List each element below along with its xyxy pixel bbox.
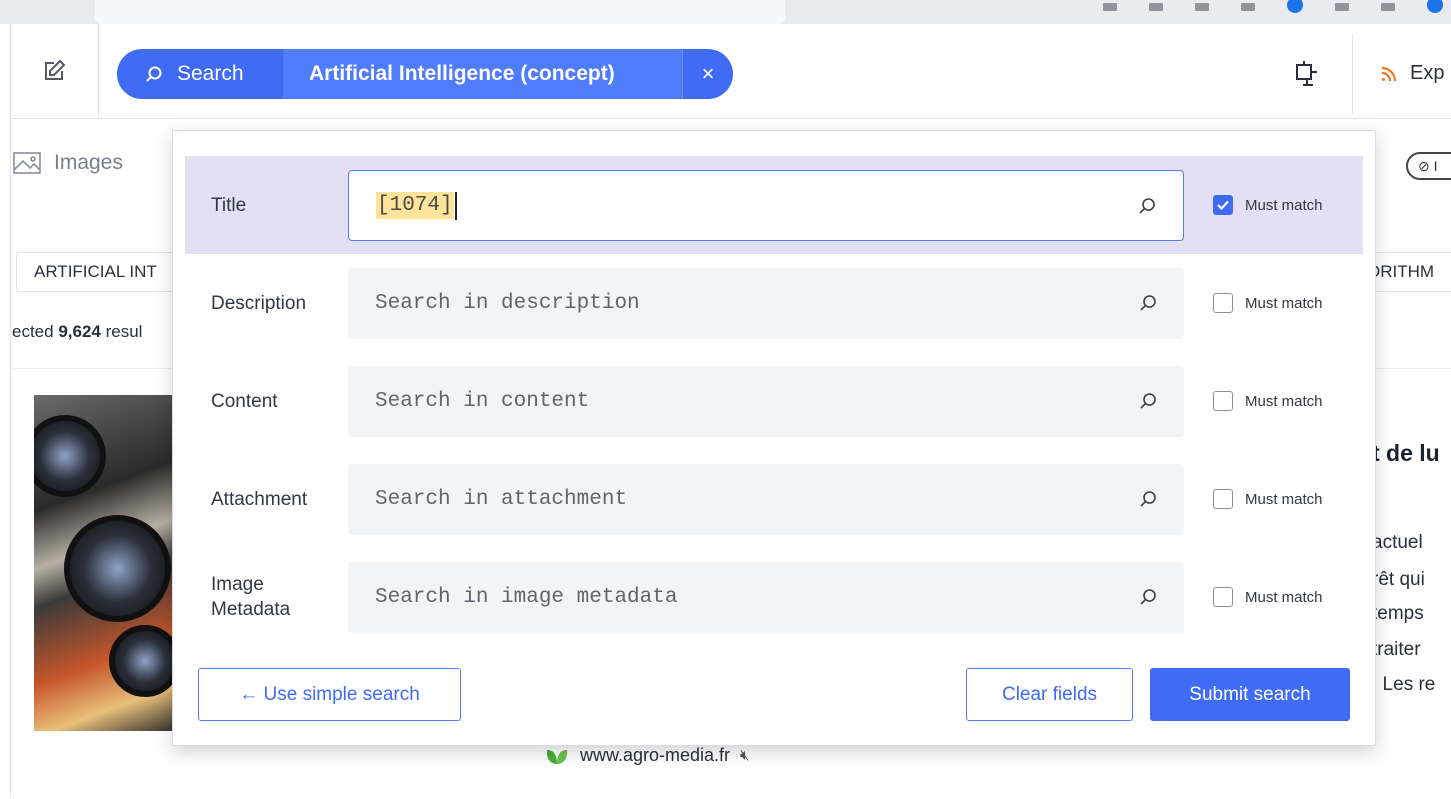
result-count: ected 9,624 resul <box>12 322 142 342</box>
edit-button[interactable] <box>10 24 99 118</box>
field-label: Title <box>211 194 247 216</box>
browser-extension-icons <box>1103 0 1451 24</box>
result-prefix: ected <box>12 322 59 341</box>
bookmark-icon[interactable] <box>1195 3 1209 11</box>
mute-icon[interactable]: 🔇︎ <box>740 747 749 764</box>
must-match-checkbox[interactable] <box>1213 391 1233 411</box>
content-search-input[interactable]: Search in content <box>348 366 1184 437</box>
rss-icon <box>1381 66 1397 81</box>
left-border <box>10 24 11 798</box>
clear-fields-button[interactable]: Clear fields <box>966 668 1133 721</box>
filter-chip[interactable]: ⊘ I <box>1406 152 1451 180</box>
description-placeholder: Search in description <box>375 292 640 315</box>
search-query-pill: Search Artificial Intelligence (concept)… <box>117 49 733 99</box>
search-icon[interactable] <box>1138 293 1158 313</box>
concept-tag-label: ARTIFICIAL INT <box>34 262 157 281</box>
profile-icon[interactable] <box>1427 0 1443 13</box>
field-label: Image Metadata <box>211 574 291 620</box>
must-match-label: Must match <box>1245 196 1323 214</box>
field-label: Content <box>211 390 278 412</box>
must-match-checkbox[interactable] <box>1213 587 1233 607</box>
must-match-checkbox[interactable] <box>1213 293 1233 313</box>
search-icon[interactable] <box>1137 196 1157 216</box>
article-title[interactable]: t de lu <box>1372 440 1440 467</box>
must-match-toggle[interactable]: Must match <box>1213 254 1323 352</box>
field-label: Attachment <box>211 488 308 510</box>
must-match-toggle[interactable]: Must match <box>1213 156 1323 254</box>
search-icon[interactable] <box>1138 489 1158 509</box>
extension-icon[interactable] <box>1149 3 1163 11</box>
title-field-row: Title [1074] Must match <box>185 156 1363 254</box>
source-url: www.agro-media.fr <box>580 744 731 765</box>
extension-icon[interactable] <box>1103 3 1117 11</box>
article-thumbnail[interactable] <box>34 395 179 731</box>
image-metadata-field-row: Image Metadata Search in image metadata … <box>185 548 1363 646</box>
must-match-checkbox[interactable] <box>1213 195 1233 215</box>
attachment-search-input[interactable]: Search in attachment <box>348 464 1184 535</box>
must-match-label: Must match <box>1245 588 1323 606</box>
images-tab[interactable]: Images <box>12 150 123 176</box>
image-metadata-placeholder: Search in image metadata <box>375 586 678 609</box>
source-logo-icon <box>546 750 568 764</box>
article-excerpt-line: rêt qui <box>1372 569 1425 590</box>
concept-label: Artificial Intelligence (concept) <box>309 62 615 85</box>
extension-icon[interactable] <box>1241 3 1255 11</box>
extension-icon[interactable] <box>1335 3 1349 11</box>
browser-tab-strip <box>0 0 1451 24</box>
text-caret <box>454 191 457 220</box>
must-match-toggle[interactable]: Must match <box>1213 450 1323 548</box>
must-match-toggle[interactable]: Must match <box>1213 352 1323 450</box>
close-icon: × <box>701 61 715 86</box>
concept-tag[interactable]: ARTIFICIAL INT <box>16 252 196 292</box>
description-field-row: Description Search in description Must m… <box>185 254 1363 352</box>
check-icon <box>1217 200 1229 211</box>
description-search-input[interactable]: Search in description <box>348 268 1184 339</box>
use-simple-search-button[interactable]: ← Use simple search <box>198 668 461 721</box>
remove-concept-button[interactable]: × <box>682 49 733 99</box>
attachment-field-row: Attachment Search in attachment Must mat… <box>185 450 1363 548</box>
advanced-search-panel: Title [1074] Must match Description Sear… <box>172 130 1376 746</box>
search-label: Search <box>177 62 244 85</box>
title-input-value: [1074] <box>376 192 454 219</box>
must-match-label: Must match <box>1245 392 1323 410</box>
search-icon[interactable] <box>1138 391 1158 411</box>
crop-icon[interactable] <box>1293 60 1319 86</box>
article-source[interactable]: www.agro-media.fr 🔇︎ <box>544 744 750 766</box>
field-label: Description <box>211 292 307 314</box>
article-excerpt-line: actuel <box>1372 532 1423 553</box>
extension-icon[interactable] <box>1381 3 1395 11</box>
profile-icon[interactable] <box>1287 0 1303 13</box>
must-match-label: Must match <box>1245 294 1323 312</box>
browser-tab[interactable] <box>95 0 785 24</box>
must-match-label: Must match <box>1245 490 1323 508</box>
title-search-input[interactable]: [1074] <box>348 170 1184 241</box>
content-field-row: Content Search in content Must match <box>185 352 1363 450</box>
attachment-placeholder: Search in attachment <box>375 488 628 511</box>
must-match-checkbox[interactable] <box>1213 489 1233 509</box>
search-icon <box>146 66 162 82</box>
images-tab-label: Images <box>54 151 123 174</box>
search-icon[interactable] <box>1138 587 1158 607</box>
image-metadata-search-input[interactable]: Search in image metadata <box>348 562 1184 633</box>
result-suffix: resul <box>100 322 143 341</box>
must-match-toggle[interactable]: Must match <box>1213 548 1323 646</box>
concept-chip[interactable]: Artificial Intelligence (concept) <box>283 49 682 99</box>
image-icon <box>13 152 41 174</box>
result-count-value: 9,624 <box>58 322 101 341</box>
concept-tag-label: ORITHM <box>1367 262 1435 281</box>
edit-icon <box>45 59 66 80</box>
article-excerpt-line: traiter <box>1372 639 1421 660</box>
export-button[interactable]: Exp <box>1380 62 1444 85</box>
submit-search-button[interactable]: Submit search <box>1150 668 1350 721</box>
content-placeholder: Search in content <box>375 390 590 413</box>
search-mode-button[interactable]: Search <box>117 49 283 99</box>
header-divider <box>1352 34 1353 114</box>
article-excerpt-line: . Les re <box>1372 674 1436 695</box>
filter-chip-label: ⊘ I <box>1418 157 1438 174</box>
export-label: Exp <box>1410 62 1445 84</box>
article-excerpt-line: temps <box>1372 603 1424 624</box>
